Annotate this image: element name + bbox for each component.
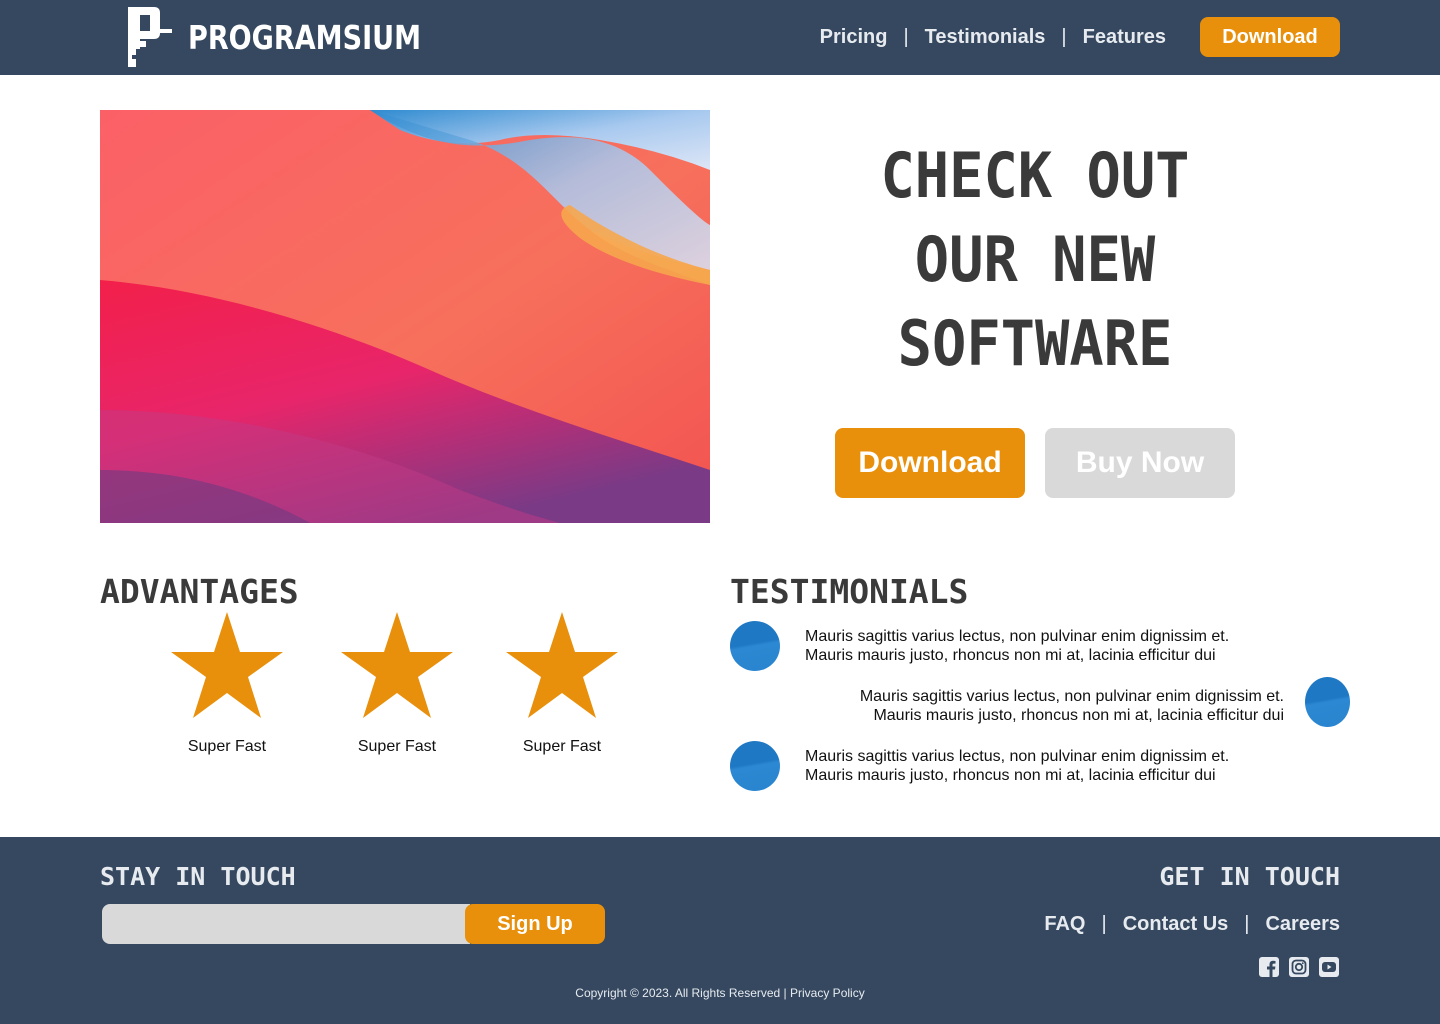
footer-link-careers[interactable]: Careers bbox=[1265, 913, 1340, 936]
nav-link-testimonials[interactable]: Testimonials bbox=[925, 26, 1046, 49]
facebook-icon[interactable] bbox=[1258, 956, 1280, 978]
header-download-button[interactable]: Download bbox=[1200, 17, 1340, 57]
advantage-label: Super Fast bbox=[357, 738, 437, 755]
advantage-label: Super Fast bbox=[187, 738, 267, 755]
advantage-item: Super Fast bbox=[337, 610, 457, 756]
logo-mark-icon bbox=[126, 7, 174, 67]
nav-link-pricing[interactable]: Pricing bbox=[820, 26, 888, 49]
brand-name: PROGRAMSIUM bbox=[188, 17, 422, 57]
nav-separator: | bbox=[903, 25, 909, 48]
stay-in-touch-heading: STAY IN TOUCH bbox=[100, 862, 296, 891]
star-icon bbox=[341, 612, 453, 718]
top-navbar: PROGRAMSIUM Pricing | Testimonials | Fea… bbox=[0, 0, 1440, 75]
instagram-icon[interactable] bbox=[1288, 956, 1310, 978]
copyright-text: Copyright © 2023. All Rights Reserved | … bbox=[575, 986, 865, 1000]
avatar bbox=[1305, 677, 1350, 727]
get-in-touch-heading: GET IN TOUCH bbox=[1159, 862, 1340, 891]
star-icon bbox=[171, 612, 283, 718]
testimonial-line: Mauris sagittis varius lectus, non pulvi… bbox=[805, 748, 1230, 765]
sign-up-button[interactable]: Sign Up bbox=[465, 904, 605, 944]
testimonial-text: Mauris sagittis varius lectus, non pulvi… bbox=[805, 747, 1229, 785]
main-nav: Pricing | Testimonials | Features bbox=[820, 22, 1166, 52]
youtube-icon[interactable] bbox=[1318, 956, 1340, 978]
brand-logo[interactable]: PROGRAMSIUM bbox=[126, 7, 472, 67]
hero-title-line: CHECK OUT bbox=[880, 139, 1190, 212]
email-field[interactable] bbox=[102, 904, 470, 944]
advantage-label: Super Fast bbox=[522, 738, 602, 755]
testimonial-line: Mauris sagittis varius lectus, non pulvi… bbox=[805, 628, 1230, 645]
avatar bbox=[730, 621, 780, 671]
testimonial-text: Mauris sagittis varius lectus, non pulvi… bbox=[860, 687, 1284, 725]
testimonial-text: Mauris sagittis varius lectus, non pulvi… bbox=[805, 627, 1229, 665]
hero-title-line: OUR NEW bbox=[914, 223, 1156, 296]
testimonial-line: Mauris mauris justo, rhoncus non mi at, … bbox=[805, 767, 1216, 784]
hero-title: CHECK OUT OUR NEW SOFTWARE bbox=[790, 134, 1280, 386]
avatar bbox=[730, 741, 780, 791]
hero-download-button[interactable]: Download bbox=[835, 428, 1025, 498]
testimonial-line: Mauris sagittis varius lectus, non pulvi… bbox=[859, 688, 1284, 705]
testimonial-line: Mauris mauris justo, rhoncus non mi at, … bbox=[873, 707, 1284, 724]
nav-link-features[interactable]: Features bbox=[1083, 26, 1166, 49]
star-icon bbox=[506, 612, 618, 718]
nav-separator: | bbox=[1061, 25, 1067, 48]
advantages-heading: ADVANTAGES bbox=[100, 572, 299, 611]
advantage-item: Super Fast bbox=[502, 610, 622, 756]
hero-title-line: SOFTWARE bbox=[897, 307, 1173, 380]
hero-image bbox=[100, 110, 710, 523]
footer-links: FAQ | Contact Us | Careers bbox=[1044, 910, 1340, 938]
footer-link-faq[interactable]: FAQ bbox=[1044, 913, 1085, 936]
hero-buy-now-button[interactable]: Buy Now bbox=[1045, 428, 1235, 498]
footer-link-contact-us[interactable]: Contact Us bbox=[1123, 913, 1229, 936]
footer-link-separator: | bbox=[1101, 912, 1107, 935]
testimonial-line: Mauris mauris justo, rhoncus non mi at, … bbox=[805, 647, 1216, 664]
advantage-item: Super Fast bbox=[167, 610, 287, 756]
testimonials-heading: TESTIMONIALS bbox=[730, 572, 969, 611]
footer-link-separator: | bbox=[1244, 912, 1250, 935]
